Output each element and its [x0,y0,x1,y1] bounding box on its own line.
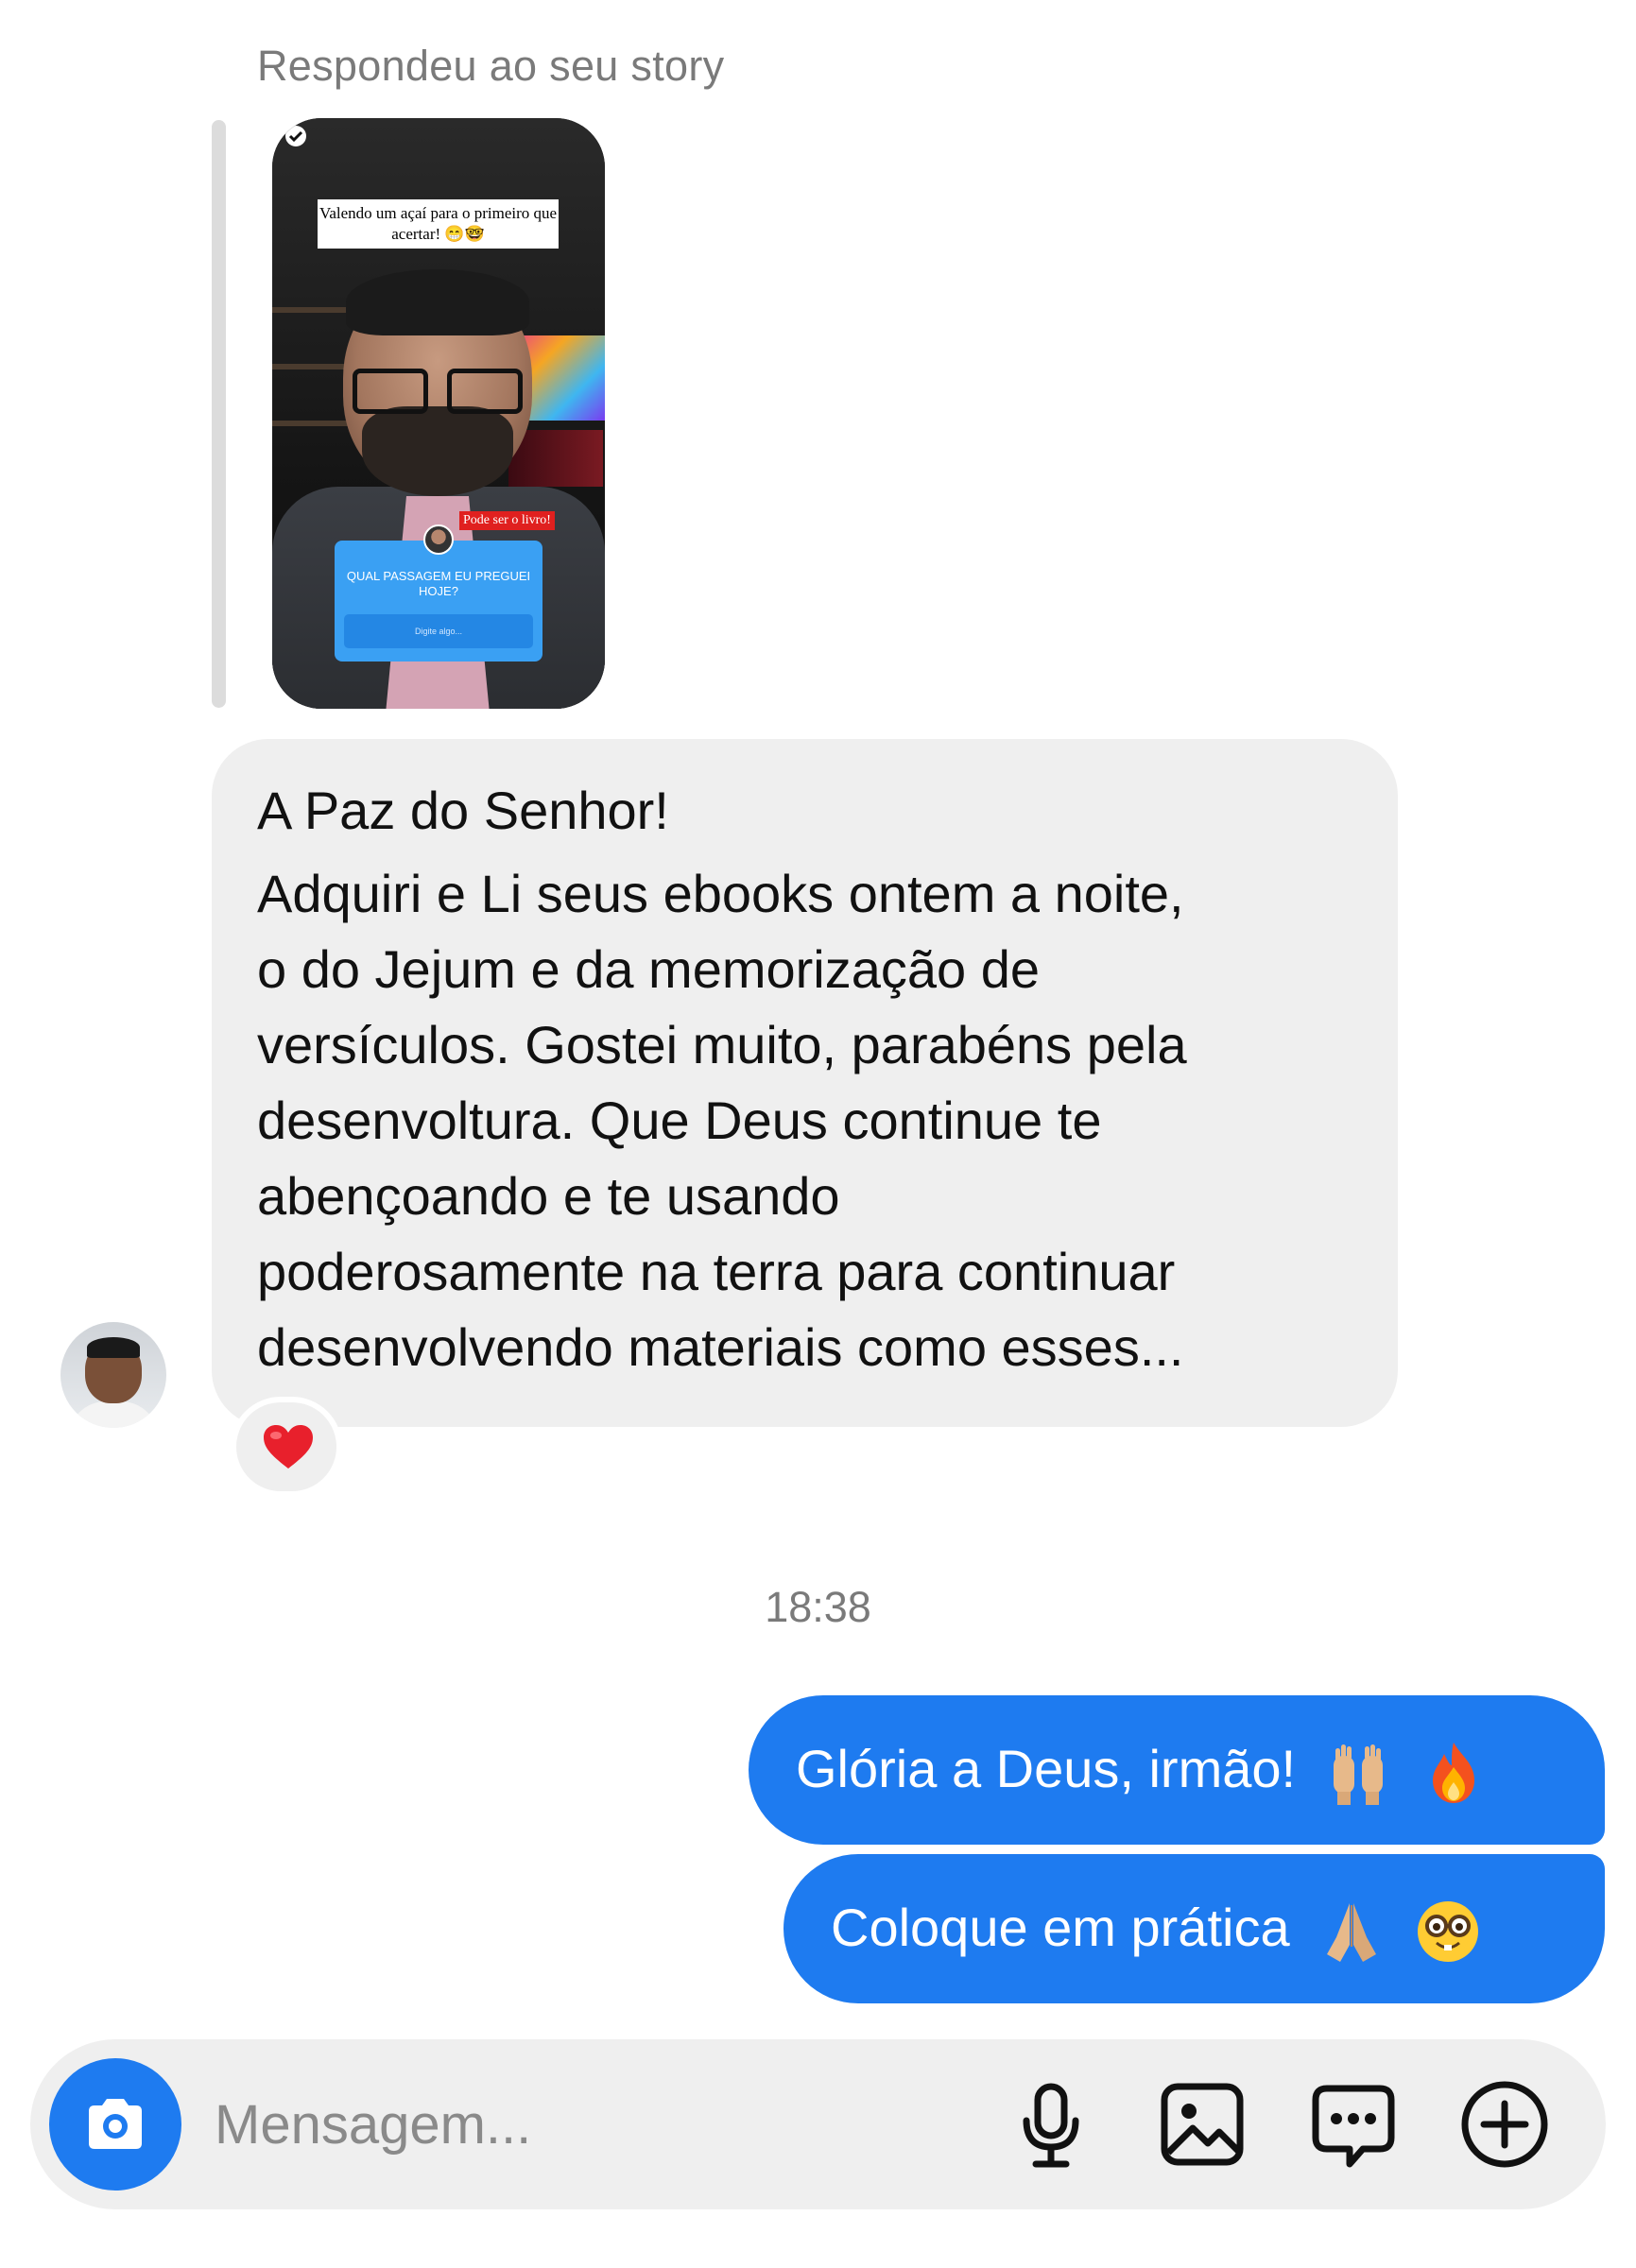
story-person-beard [362,406,513,496]
story-reply-caption: Respondeu ao seu story [257,42,725,90]
incoming-message-greeting: A Paz do Senhor! [257,781,669,840]
incoming-message-line: desenvolvendo materiais como esses... [257,1317,1184,1377]
chat-bubble-icon [1312,2085,1395,2168]
avatar-shirt [68,1401,159,1428]
raising-hands-icon [1324,1739,1392,1807]
story-tag: Pode ser o livro! [459,511,555,530]
outgoing-message-text: Coloque em prática [831,1895,1482,1966]
question-sticker-text: QUAL PASSAGEM EU PREGUEI HOJE? [346,569,531,598]
incoming-message-text: A Paz do Senhor! Adquiri e Li seus ebook… [257,773,1372,1385]
story-person-glasses [353,369,523,414]
nerd-face-icon [1414,1898,1482,1966]
story-thumbnail[interactable]: Valendo um açaí para o primeiro que acer… [272,118,605,709]
plus-circle-icon [1461,2081,1548,2168]
message-composer [30,2039,1606,2209]
gallery-button[interactable] [1155,2077,1249,2172]
question-sticker-input: Digite algo... [344,614,533,648]
incoming-message-line: o do Jejum e da memorização de [257,939,1040,999]
heart-icon [264,1425,313,1469]
sender-avatar[interactable] [60,1322,166,1428]
story-person-hair [346,269,529,335]
outgoing-message-label: Glória a Deus, irmão! [796,1739,1297,1798]
story-shelf [272,421,357,426]
outgoing-message-bubble[interactable]: Glória a Deus, irmão! [749,1695,1605,1845]
microphone-button[interactable] [1004,2077,1098,2172]
incoming-message-bubble[interactable]: A Paz do Senhor! Adquiri e Li seus ebook… [212,739,1398,1427]
outgoing-message-label: Coloque em prática [831,1898,1290,1957]
incoming-message-line: versículos. Gostei muito, parabéns pela [257,1015,1187,1074]
fire-icon [1420,1739,1488,1807]
question-sticker-avatar [423,524,454,555]
check-icon [285,126,306,146]
outgoing-message-bubble[interactable]: Coloque em prática [784,1854,1605,2003]
story-shelf [272,307,357,313]
sticker-button[interactable] [1306,2077,1401,2172]
story-reply-rule [212,120,226,708]
camera-icon [89,2099,142,2149]
avatar-hair [87,1337,140,1358]
incoming-message-line: poderosamente na terra para continuar [257,1242,1176,1301]
microphone-icon [1023,2083,1079,2168]
story-overlay-caption: Valendo um açaí para o primeiro que acer… [318,199,559,249]
message-reaction[interactable] [231,1397,342,1497]
folded-hands-icon [1317,1898,1386,1966]
add-button[interactable] [1457,2077,1552,2172]
question-sticker: QUAL PASSAGEM EU PREGUEI HOJE? Digite al… [335,541,542,662]
outgoing-message-text: Glória a Deus, irmão! [796,1736,1488,1807]
incoming-message-line: Adquiri e Li seus ebooks ontem a noite, [257,864,1184,923]
image-icon [1161,2083,1244,2166]
message-timestamp: 18:38 [765,1583,871,1631]
message-input[interactable] [215,2087,876,2162]
camera-button[interactable] [49,2058,181,2191]
incoming-message-line: abençoando e te usando [257,1166,840,1226]
incoming-message-line: desenvoltura. Que Deus continue te [257,1091,1102,1150]
